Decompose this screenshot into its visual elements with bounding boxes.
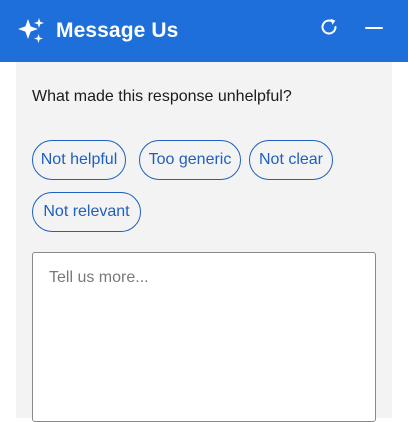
feedback-question: What made this response unhelpful? [32,88,292,105]
minimize-icon[interactable] [363,17,385,39]
option-too-generic-button[interactable]: Too generic [139,140,241,180]
feedback-details-input[interactable] [32,252,376,422]
option-not-helpful-button[interactable]: Not helpful [32,140,126,180]
option-not-clear-button[interactable]: Not clear [249,140,333,180]
option-not-relevant-button[interactable]: Not relevant [32,192,141,232]
chat-title: Message Us [56,19,179,42]
refresh-icon[interactable] [318,16,340,38]
sparkle-icon [16,16,46,46]
feedback-panel: What made this response unhelpful? Not h… [16,62,392,422]
chat-header: Message Us [0,0,408,62]
